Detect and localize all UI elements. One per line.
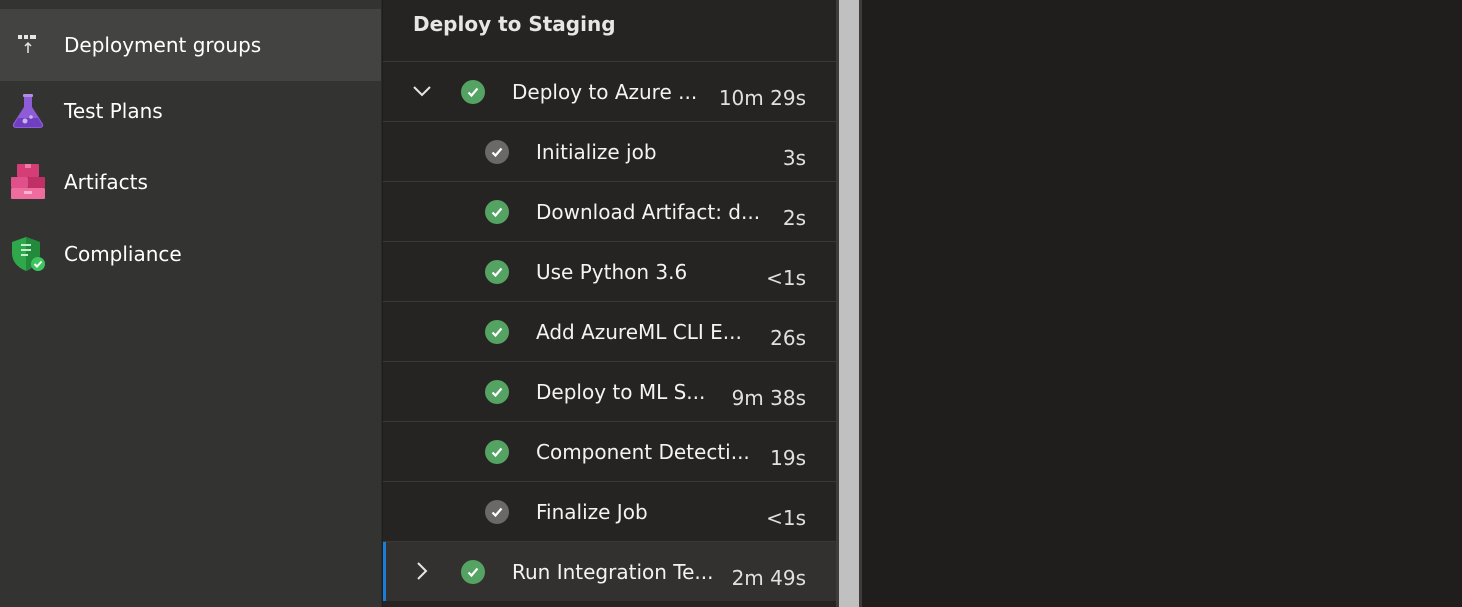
- stage-title: Deploy to Staging: [413, 12, 616, 36]
- step-name: Component Detecti...: [536, 440, 750, 464]
- job-name: Run Integration Te...: [512, 560, 714, 584]
- panel-splitter[interactable]: [836, 0, 862, 607]
- step-name: Finalize Job: [536, 500, 648, 524]
- sidebar-item-test-plans[interactable]: Test Plans: [0, 75, 381, 147]
- sidebar-item-label: Deployment groups: [64, 33, 262, 57]
- sidebar-item-label: Test Plans: [64, 99, 163, 123]
- deployment-groups-icon: [8, 25, 48, 65]
- job-duration: 2m 49s: [731, 566, 806, 590]
- selection-indicator: [383, 542, 386, 601]
- test-plans-flask-icon: [8, 91, 48, 131]
- step-row[interactable]: Use Python 3.6 <1s: [383, 241, 836, 301]
- step-row[interactable]: Download Artifact: d... 2s: [383, 181, 836, 241]
- sidebar-item-deployment-groups[interactable]: Deployment groups: [0, 9, 381, 81]
- step-row[interactable]: Add AzureML CLI E... 26s: [383, 301, 836, 361]
- success-check-icon: [485, 440, 509, 464]
- step-name: Initialize job: [536, 140, 657, 164]
- step-duration: 2s: [782, 206, 806, 230]
- pipeline-run-view: Deployment groups Test Plans Artifacts C…: [0, 0, 1462, 607]
- compliance-shield-icon: [8, 234, 48, 274]
- success-check-icon: [485, 380, 509, 404]
- step-duration: 9m 38s: [731, 386, 806, 410]
- success-check-icon: [461, 80, 485, 104]
- project-sidebar: Deployment groups Test Plans Artifacts C…: [0, 0, 382, 607]
- artifacts-boxes-icon: [8, 162, 48, 202]
- job-name: Deploy to Azure ...: [512, 80, 698, 104]
- splitter-handle[interactable]: [839, 0, 859, 607]
- success-check-icon: [485, 200, 509, 224]
- job-steps-panel: Deploy to Staging Deploy to Azure ... 10…: [383, 0, 836, 607]
- step-row[interactable]: Deploy to ML S... 9m 38s: [383, 361, 836, 421]
- step-duration: <1s: [766, 506, 806, 530]
- step-name: Download Artifact: d...: [536, 200, 761, 224]
- chevron-down-icon[interactable]: [411, 80, 433, 102]
- step-duration: 19s: [770, 446, 806, 470]
- step-name: Deploy to ML S...: [536, 380, 706, 404]
- completed-check-icon: [485, 140, 509, 164]
- step-row[interactable]: Initialize job 3s: [383, 121, 836, 181]
- completed-check-icon: [485, 500, 509, 524]
- step-row[interactable]: Component Detecti... 19s: [383, 421, 836, 481]
- success-check-icon: [485, 260, 509, 284]
- log-output-pane: [862, 0, 1462, 607]
- sidebar-item-label: Compliance: [64, 242, 182, 266]
- step-duration: 3s: [782, 146, 806, 170]
- step-name: Add AzureML CLI E...: [536, 320, 742, 344]
- job-row-run-integration-tests[interactable]: Run Integration Te... 2m 49s: [383, 541, 836, 601]
- success-check-icon: [485, 320, 509, 344]
- sidebar-item-compliance[interactable]: Compliance: [0, 218, 381, 290]
- step-duration: <1s: [766, 266, 806, 290]
- sidebar-item-label: Artifacts: [64, 170, 148, 194]
- chevron-right-icon[interactable]: [411, 560, 433, 582]
- success-check-icon: [461, 560, 485, 584]
- job-duration: 10m 29s: [718, 86, 806, 110]
- step-duration: 26s: [770, 326, 806, 350]
- sidebar-item-artifacts[interactable]: Artifacts: [0, 146, 381, 218]
- job-row-deploy-to-azure[interactable]: Deploy to Azure ... 10m 29s: [383, 61, 836, 121]
- step-name: Use Python 3.6: [536, 260, 688, 284]
- step-row[interactable]: Finalize Job <1s: [383, 481, 836, 541]
